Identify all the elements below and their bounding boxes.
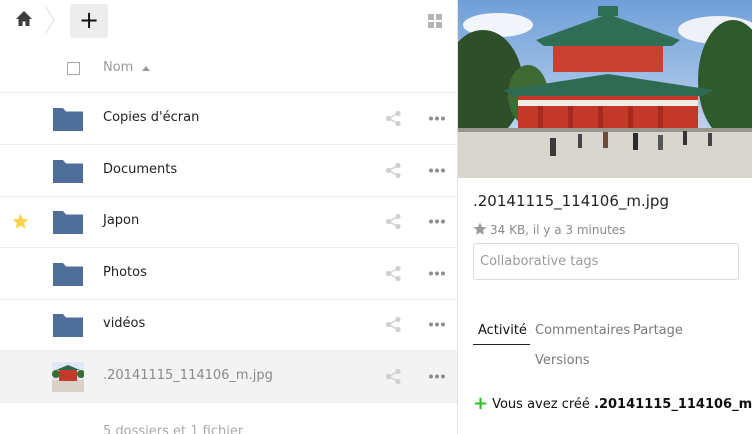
details-sidebar: .20141115_114106_m.jpg 34 KB, il y a 3 m…: [457, 0, 752, 434]
favorite-star-icon[interactable]: [473, 222, 487, 236]
file-row[interactable]: Copies d'écran: [0, 93, 457, 145]
folder-icon: [52, 104, 84, 134]
folder-icon: [52, 156, 84, 186]
controls-bar: +: [0, 0, 457, 42]
file-name[interactable]: vidéos: [103, 316, 145, 331]
share-icon[interactable]: [385, 368, 402, 385]
folder-icon: [52, 310, 84, 340]
file-name[interactable]: Japon: [103, 213, 139, 228]
file-row[interactable]: Japon: [0, 196, 457, 248]
tab-versions[interactable]: Versions: [535, 353, 590, 368]
new-button[interactable]: +: [70, 4, 108, 38]
sidebar-meta-text: 34 KB, il y a 3 minutes: [490, 223, 626, 237]
file-name[interactable]: Photos: [103, 265, 147, 280]
sort-ascending-icon[interactable]: [142, 66, 150, 71]
file-name[interactable]: .20141115_114106_m.jpg: [103, 368, 273, 383]
image-preview: [458, 0, 752, 178]
file-name[interactable]: Documents: [103, 162, 177, 177]
file-row[interactable]: Photos: [0, 248, 457, 300]
activity-text: Vous avez créé: [492, 397, 595, 412]
column-header-name[interactable]: Nom: [103, 60, 133, 75]
tab-commentaires[interactable]: Commentaires: [535, 323, 630, 338]
collaborative-tags-input[interactable]: Collaborative tags: [473, 243, 739, 280]
activity-filename[interactable]: .20141115_114106_m.jpg: [594, 397, 752, 412]
more-actions-icon[interactable]: [428, 162, 446, 179]
share-icon[interactable]: [385, 213, 402, 230]
home-icon[interactable]: [14, 9, 34, 29]
list-summary: 5 dossiers et 1 fichier: [103, 424, 244, 434]
more-actions-icon[interactable]: [428, 110, 446, 127]
share-icon[interactable]: [385, 316, 402, 333]
file-list-panel: + Nom Copies d'écran Documents Japon Pho…: [0, 0, 457, 434]
sidebar-filename: .20141115_114106_m.jpg: [473, 192, 669, 210]
share-icon[interactable]: [385, 110, 402, 127]
tab-activite[interactable]: Activité: [478, 323, 527, 338]
active-tab-indicator: [473, 344, 530, 345]
plus-icon: +: [473, 393, 489, 414]
list-header: Nom: [0, 42, 457, 93]
grid-view-icon[interactable]: [427, 13, 443, 29]
more-actions-icon[interactable]: [428, 213, 446, 230]
breadcrumb-separator: [45, 6, 55, 34]
select-all-checkbox[interactable]: [67, 62, 80, 75]
folder-icon: [52, 259, 84, 289]
share-icon[interactable]: [385, 162, 402, 179]
more-actions-icon[interactable]: [428, 316, 446, 333]
share-icon[interactable]: [385, 265, 402, 282]
favorite-star-icon[interactable]: [12, 213, 29, 230]
file-row[interactable]: vidéos: [0, 299, 457, 351]
more-actions-icon[interactable]: [428, 368, 446, 385]
image-thumbnail: [52, 362, 85, 392]
more-actions-icon[interactable]: [428, 265, 446, 282]
sidebar-meta: 34 KB, il y a 3 minutes: [473, 222, 625, 237]
activity-item: +Vous avez créé .20141115_114106_m.jpg: [473, 393, 752, 414]
file-row[interactable]: .20141115_114106_m.jpg: [0, 351, 457, 403]
folder-icon: [52, 207, 84, 237]
file-row[interactable]: Documents: [0, 145, 457, 197]
file-name[interactable]: Copies d'écran: [103, 110, 199, 125]
tab-partage[interactable]: Partage: [633, 323, 683, 338]
